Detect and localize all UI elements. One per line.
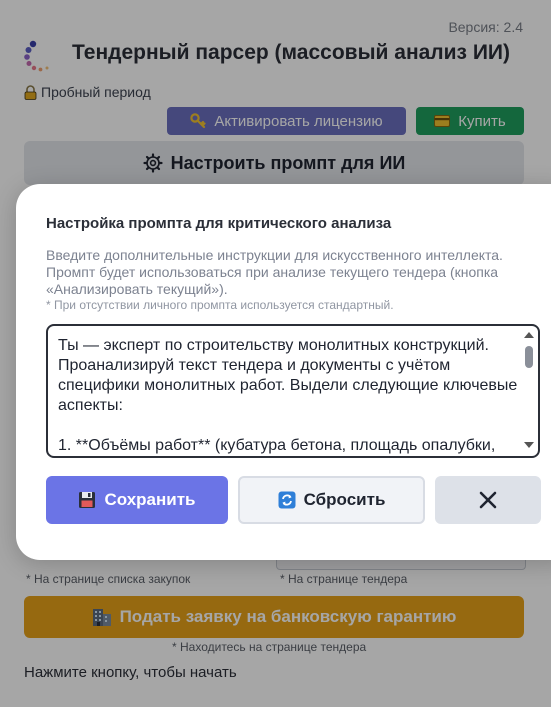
prompt-textarea[interactable]: Ты — эксперт по строительству монолитных…: [46, 324, 540, 458]
reset-label: Сбросить: [303, 490, 386, 509]
modal-title: Настройка промпта для критического анали…: [46, 215, 392, 232]
close-icon: [479, 491, 497, 509]
modal-note: * При отсутствии личного промпта использ…: [46, 298, 394, 312]
scroll-up-arrow-icon[interactable]: [524, 332, 534, 338]
prompt-text[interactable]: Ты — эксперт по строительству монолитных…: [58, 336, 518, 456]
prompt-scrollbar[interactable]: [522, 328, 536, 454]
modal-description: Введите дополнительные инструкции для ис…: [46, 247, 503, 297]
floppy-disk-icon: [79, 492, 96, 508]
prompt-settings-modal: Настройка промпта для критического анали…: [16, 184, 551, 560]
refresh-icon: [278, 491, 296, 509]
reset-button[interactable]: Сбросить: [238, 476, 425, 524]
scroll-down-arrow-icon[interactable]: [524, 442, 534, 448]
close-modal-button[interactable]: [435, 476, 541, 524]
save-label: Сохранить: [104, 490, 196, 509]
save-button[interactable]: Сохранить: [46, 476, 228, 524]
scroll-thumb[interactable]: [525, 346, 533, 368]
